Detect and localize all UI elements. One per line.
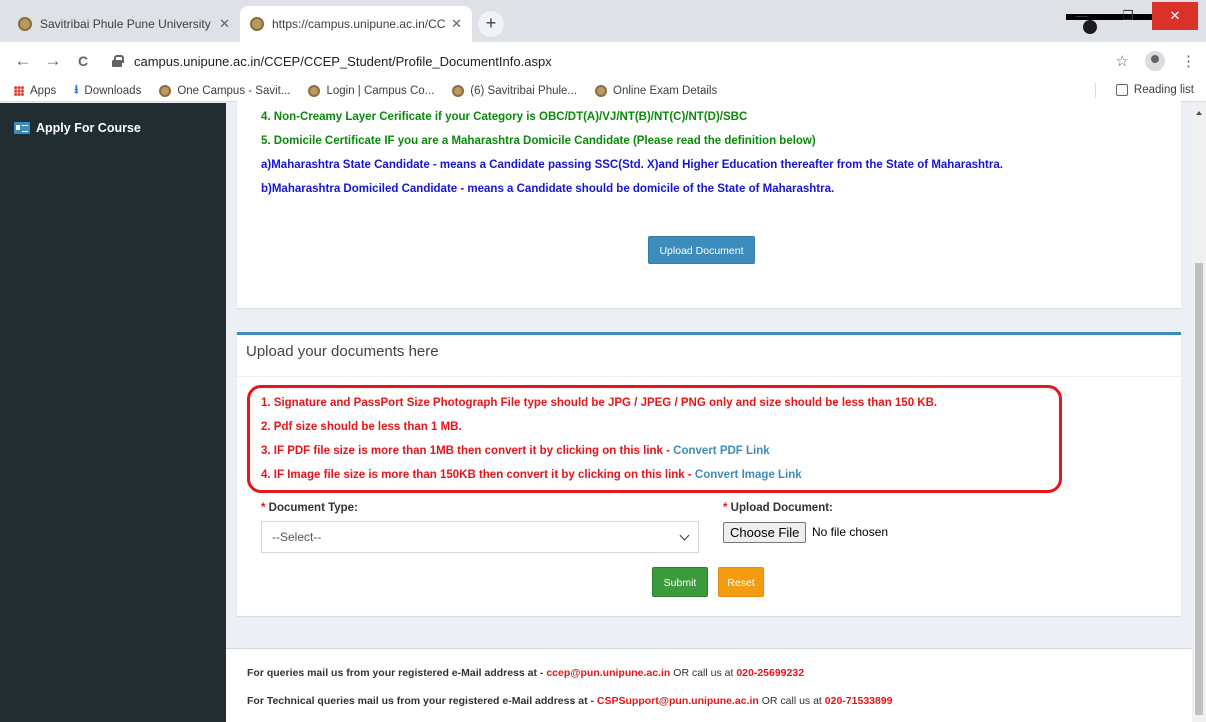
required-mark: * xyxy=(261,502,269,514)
close-icon[interactable]: ✕ xyxy=(451,16,462,32)
bookmark-savitribai-phule[interactable]: (6) Savitribai Phule... xyxy=(452,84,578,97)
document-instructions-box: 4. Non-Creamy Layer Cerificate if your C… xyxy=(237,98,1181,308)
new-tab-button[interactable]: + xyxy=(478,11,504,37)
bookmark-one-campus[interactable]: One Campus - Savit... xyxy=(159,84,291,97)
bookmark-label: Apps xyxy=(30,84,57,97)
main-content: 4. Non-Creamy Layer Cerificate if your C… xyxy=(226,98,1192,722)
technical-phone: 020-71533899 xyxy=(824,695,893,707)
reload-icon[interactable]: C xyxy=(68,53,98,69)
reading-list-label: Reading list xyxy=(1133,84,1194,96)
upload-document-label: * Upload Document: xyxy=(723,502,833,514)
red-highlight-outline xyxy=(247,385,1062,493)
star-icon[interactable]: ☆ xyxy=(1116,52,1129,70)
technical-email-link[interactable]: CSPSupport@pun.unipune.ac.in xyxy=(597,695,759,707)
bookmark-online-exam[interactable]: Online Exam Details xyxy=(595,84,718,97)
address-bar[interactable]: campus.unipune.ac.in/CCEP/CCEP_Student/P… xyxy=(112,49,1070,73)
scroll-up-arrow-icon[interactable] xyxy=(1196,111,1202,115)
footer-technical-line: For Technical queries mail us from your … xyxy=(247,695,893,707)
bookmark-label: One Campus - Savit... xyxy=(177,84,291,97)
footer-text: For queries mail us from your registered… xyxy=(247,667,547,679)
definition-state-candidate: a)Maharashtra State Candidate - means a … xyxy=(261,159,1003,171)
apps-grid-icon xyxy=(14,85,24,96)
university-seal-icon xyxy=(159,84,172,97)
page-scrollbar[interactable] xyxy=(1192,103,1206,722)
label-text: Document Type: xyxy=(268,502,358,514)
document-type-select[interactable]: --Select-- xyxy=(261,521,699,553)
reading-list-icon xyxy=(1115,84,1128,96)
browser-tab-1[interactable]: Savitribai Phule Pune University \ ✕ xyxy=(8,6,240,42)
instruction-domicile: 5. Domicile Certificate IF you are a Mah… xyxy=(261,135,816,147)
restore-button[interactable]: ❐ xyxy=(1106,2,1150,30)
browser-tabstrip: Savitribai Phule Pune University \ ✕ htt… xyxy=(0,0,1206,42)
footer: For queries mail us from your registered… xyxy=(226,648,1192,722)
sidebar-item-apply-for-course[interactable]: Apply For Course xyxy=(14,121,141,135)
id-card-icon xyxy=(14,122,30,134)
footer-text: OR call us at xyxy=(670,667,737,679)
university-seal-icon xyxy=(18,17,32,31)
browser-toolbar: ← → C campus.unipune.ac.in/CCEP/CCEP_Stu… xyxy=(0,42,1206,80)
forward-arrow-icon[interactable]: → xyxy=(38,51,68,71)
university-seal-icon xyxy=(250,17,264,31)
bookmark-label: Online Exam Details xyxy=(613,84,718,97)
bookmark-label: Login | Campus Co... xyxy=(326,84,435,97)
choose-file-button[interactable]: Choose File xyxy=(723,522,807,543)
university-seal-icon xyxy=(452,84,465,97)
upload-document-button[interactable]: Upload Document xyxy=(648,236,755,264)
close-icon[interactable]: ✕ xyxy=(219,16,230,32)
chevron-down-icon xyxy=(679,530,690,540)
window-controls: — ❐ ✕ xyxy=(1060,2,1198,30)
select-value: --Select-- xyxy=(272,530,322,544)
bookmark-apps[interactable]: Apps xyxy=(14,85,56,97)
bookmark-label: (6) Savitribai Phule... xyxy=(470,84,578,97)
minimize-button[interactable]: — xyxy=(1060,2,1104,30)
lock-icon xyxy=(112,55,124,67)
footer-text: For Technical queries mail us from your … xyxy=(247,695,597,707)
box-title: Upload your documents here xyxy=(246,343,439,360)
label-text: Upload Document: xyxy=(730,502,833,514)
download-icon: ⭳ xyxy=(74,82,79,96)
upload-documents-box: Upload your documents here 1. Signature … xyxy=(237,332,1181,616)
bookmark-label: Downloads xyxy=(84,84,142,97)
url-text: campus.unipune.ac.in/CCEP/CCEP_Student/P… xyxy=(134,53,552,69)
reset-button[interactable]: Reset xyxy=(718,567,764,597)
reading-list-button[interactable]: Reading list xyxy=(1115,84,1194,96)
definition-domiciled-candidate: b)Maharashtra Domiciled Candidate - mean… xyxy=(261,183,835,195)
scrollbar-thumb[interactable] xyxy=(1195,263,1203,715)
bookmarks-divider xyxy=(1095,83,1096,99)
footer-text: OR call us at xyxy=(758,695,825,707)
sidebar: Apply For Course xyxy=(0,103,226,722)
back-arrow-icon[interactable]: ← xyxy=(8,51,38,71)
submit-button[interactable]: Submit xyxy=(652,567,708,597)
instruction-non-creamy: 4. Non-Creamy Layer Cerificate if your C… xyxy=(261,111,748,123)
document-type-label: * Document Type: xyxy=(261,502,358,514)
menu-icon[interactable]: ⋮ xyxy=(1181,52,1196,70)
profile-icon[interactable] xyxy=(1145,51,1165,71)
bookmark-login-campus[interactable]: Login | Campus Co... xyxy=(308,84,435,97)
university-seal-icon xyxy=(308,84,321,97)
required-mark: * xyxy=(723,502,731,514)
bookmark-downloads[interactable]: ⭳ Downloads xyxy=(74,80,141,101)
footer-queries-line: For queries mail us from your registered… xyxy=(247,667,804,679)
queries-phone: 020-25699232 xyxy=(736,667,805,679)
browser-tab-2[interactable]: https://campus.unipune.ac.in/CC ✕ xyxy=(240,6,472,42)
university-seal-icon xyxy=(595,84,608,97)
file-status-text: No file chosen xyxy=(812,525,889,539)
queries-email-link[interactable]: ccep@pun.unipune.ac.in xyxy=(546,667,670,679)
box-divider xyxy=(237,376,1181,377)
window-close-button[interactable]: ✕ xyxy=(1152,2,1198,30)
tab-title: https://campus.unipune.ac.in/CC xyxy=(272,17,446,31)
tab-title: Savitribai Phule Pune University \ xyxy=(40,17,214,31)
toolbar-actions: ☆ ⋮ xyxy=(1116,51,1196,71)
sidebar-item-label: Apply For Course xyxy=(36,121,141,135)
